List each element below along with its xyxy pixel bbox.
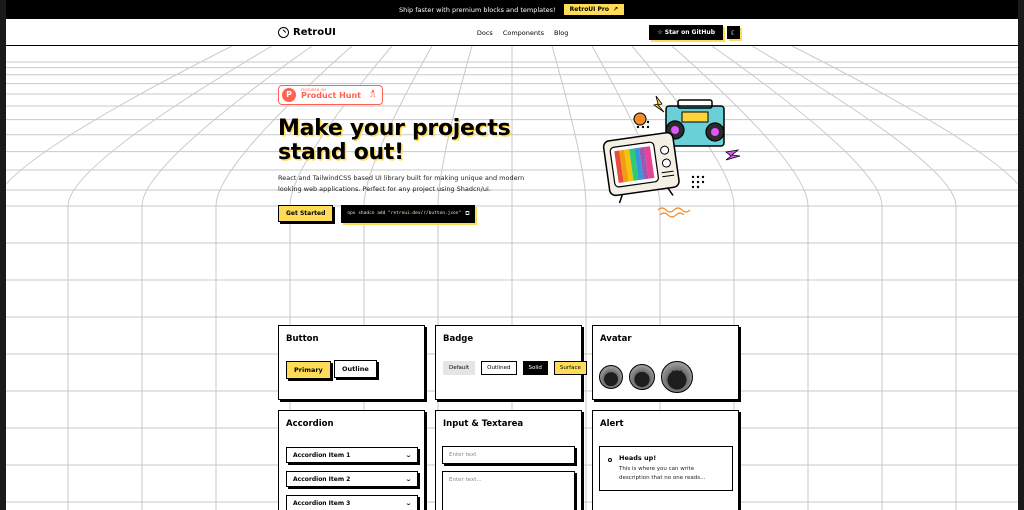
external-arrow-icon: ↗: [612, 6, 619, 13]
badge-card: Badge Default Outlined Solid Surface: [435, 325, 587, 400]
text-input[interactable]: Enter text: [442, 446, 575, 464]
outline-button[interactable]: Outline: [334, 360, 377, 378]
avatar-small: [599, 365, 623, 389]
brand-logo[interactable]: RetroUI: [278, 27, 336, 38]
nav-link-blog[interactable]: Blog: [554, 29, 568, 37]
badge-solid: Solid: [522, 361, 548, 375]
alert-card-title: Alert: [600, 419, 624, 429]
nav-link-docs[interactable]: Docs: [477, 29, 493, 37]
install-command-text: npx shadcn add "retroui.dev/r/button.jso…: [347, 211, 462, 216]
chevron-down-icon: ⌄: [404, 475, 413, 483]
promo-banner: Ship faster with premium blocks and temp…: [0, 0, 1024, 19]
moon-icon: ☾: [730, 28, 737, 37]
window-edge-right: [1018, 0, 1024, 510]
star-icon: ☆: [657, 29, 663, 36]
primary-button[interactable]: Primary: [286, 361, 331, 379]
avatar-medium: [629, 364, 655, 390]
avatar-card: Avatar: [592, 325, 739, 400]
retro-tv-boombox-illustration: [602, 95, 741, 218]
hero-title-line1: Make your projects: [278, 115, 511, 141]
input-card-title: Input & Textarea: [443, 419, 524, 429]
promo-text: Ship faster with premium blocks and temp…: [398, 5, 556, 14]
product-hunt-badge[interactable]: P FEATURED ON Product Hunt ▲ 21: [278, 84, 383, 105]
copy-icon[interactable]: ⧉: [465, 210, 469, 218]
button-card-title: Button: [286, 334, 319, 344]
accordion-card-title: Accordion: [286, 419, 334, 429]
install-command: npx shadcn add "retroui.dev/r/button.jso…: [341, 204, 476, 223]
accordion-item-label: Accordion Item 1: [293, 451, 351, 459]
brand-name: RetroUI: [293, 27, 336, 38]
accordion-item[interactable]: Accordion Item 3 ⌄: [286, 495, 418, 510]
info-icon: [608, 458, 612, 462]
badge-card-title: Badge: [443, 334, 474, 344]
button-card: Button Primary Outline: [278, 325, 425, 400]
retroui-pro-button[interactable]: RetroUI Pro ↗: [562, 3, 626, 16]
product-hunt-logo-icon: P: [282, 87, 296, 102]
nav-links: Docs Components Blog: [477, 29, 568, 37]
github-star-label: Star on GitHub: [664, 29, 715, 36]
logo-icon: [278, 27, 289, 38]
page: Ship faster with premium blocks and temp…: [0, 0, 1024, 510]
get-started-button[interactable]: Get Started: [278, 205, 334, 222]
hero-description: React and TailwindCSS based UI library b…: [278, 173, 525, 193]
avatar-card-title: Avatar: [600, 334, 632, 344]
navbar: RetroUI Docs Components Blog ☆ Star on G…: [0, 19, 1024, 46]
input-textarea-card: Input & Textarea Enter text Enter text..…: [435, 410, 582, 510]
textarea[interactable]: Enter text...: [442, 471, 575, 510]
retroui-pro-label: RetroUI Pro: [569, 6, 609, 13]
product-hunt-rank: 21: [370, 93, 376, 99]
github-star-button[interactable]: ☆ Star on GitHub: [649, 25, 723, 40]
hero-section: P FEATURED ON Product Hunt ▲ 21 Make you…: [278, 82, 578, 223]
alert-heading: Heads up!: [619, 454, 657, 462]
alert-card: Alert Heads up! This is where you can wr…: [592, 410, 739, 510]
badge-outlined: Outlined: [481, 361, 517, 375]
alert-box: Heads up! This is where you can write de…: [599, 446, 733, 491]
nav-link-components[interactable]: Components: [503, 29, 544, 37]
accordion-card: Accordion Accordion Item 1 ⌄ Accordion I…: [278, 410, 425, 510]
badge-surface: Surface: [553, 361, 587, 375]
accordion-item[interactable]: Accordion Item 1 ⌄: [286, 447, 418, 463]
chevron-down-icon: ⌄: [404, 499, 413, 507]
badge-default: Default: [443, 361, 476, 375]
window-edge-left: [0, 0, 6, 510]
product-hunt-label: Product Hunt: [301, 91, 361, 101]
accordion-item-label: Accordion Item 2: [293, 475, 351, 483]
accordion-item[interactable]: Accordion Item 2 ⌄: [286, 471, 418, 487]
accordion-item-label: Accordion Item 3: [293, 499, 351, 507]
hero-title-line2: stand out!: [278, 139, 404, 165]
chevron-down-icon: ⌄: [404, 451, 413, 459]
avatar-large: [661, 361, 693, 393]
hero-title: Make your projects stand out!: [278, 115, 578, 165]
alert-body: This is where you can write description …: [619, 466, 706, 481]
theme-toggle-button[interactable]: ☾: [727, 26, 740, 39]
